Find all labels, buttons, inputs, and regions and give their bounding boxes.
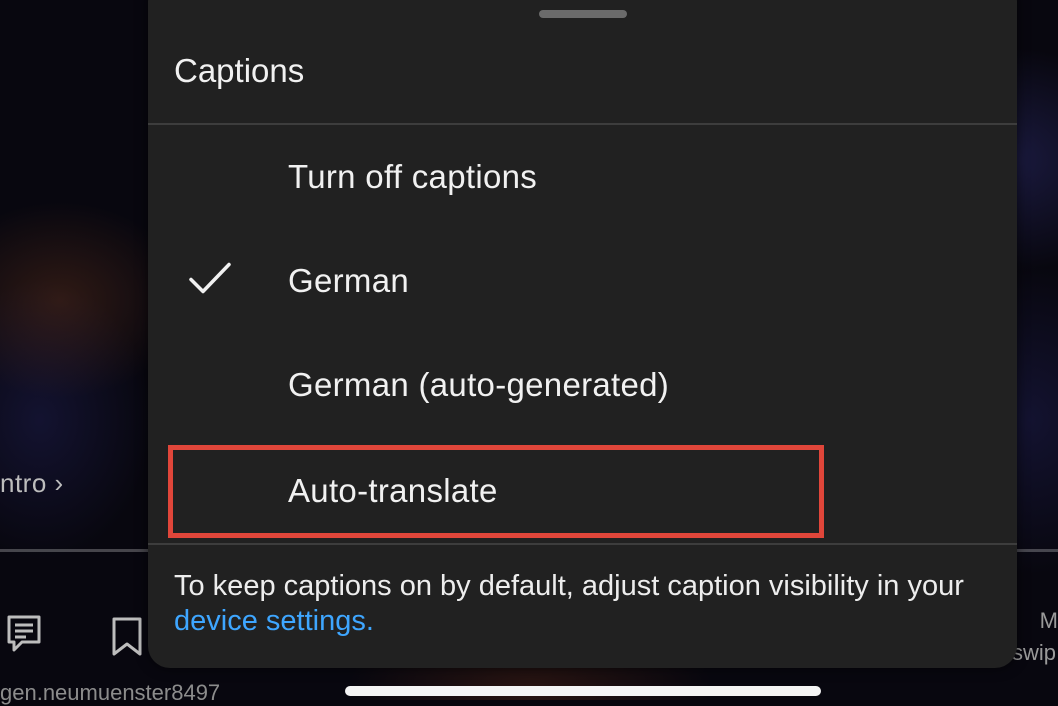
option-label: German (auto-generated) — [288, 366, 670, 403]
side-letter: M — [1039, 608, 1058, 633]
option-label: Turn off captions — [288, 158, 538, 195]
username[interactable]: gen.neumuenster8497 — [0, 680, 220, 706]
option-turn-off-captions[interactable]: Turn off captions — [148, 125, 1017, 229]
home-indicator[interactable] — [345, 686, 821, 696]
progress-bar-right — [1015, 549, 1058, 552]
footer-message: To keep captions on by default, adjust c… — [174, 569, 1004, 639]
captions-sheet: Captions Turn off captions German German… — [148, 0, 1017, 668]
divider — [148, 543, 1017, 545]
progress-bar-left — [0, 549, 160, 552]
chapter-label[interactable]: ntro › — [0, 468, 64, 499]
option-german-auto-generated[interactable]: German (auto-generated) — [148, 333, 1017, 437]
option-german[interactable]: German — [148, 229, 1017, 333]
footer-text: To keep captions on by default, adjust c… — [174, 570, 964, 602]
sheet-title: Captions — [174, 52, 305, 89]
option-label: German — [288, 262, 410, 299]
highlight-annotation — [168, 445, 824, 538]
checkmark-icon — [188, 262, 232, 301]
swipe-hint: swip — [1011, 640, 1056, 665]
drag-handle[interactable] — [539, 10, 627, 18]
comment-icon[interactable] — [6, 614, 42, 659]
bookmark-icon[interactable] — [111, 616, 143, 663]
device-settings-link[interactable]: device settings. — [174, 605, 374, 637]
